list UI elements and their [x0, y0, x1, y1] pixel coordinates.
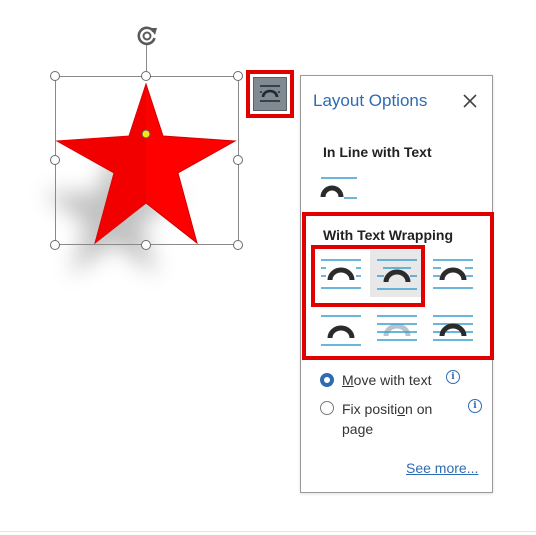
move-with-text-rest: ove with text	[353, 372, 432, 388]
info-icon[interactable]: i	[446, 370, 460, 384]
see-more-link[interactable]: See more...	[406, 460, 478, 476]
resize-handle-bottom-left[interactable]	[50, 240, 60, 250]
panel-title: Layout Options	[313, 91, 428, 110]
close-icon[interactable]	[459, 90, 481, 112]
move-with-text-mnemonic: M	[342, 372, 354, 388]
inline-wrap-icon	[320, 177, 357, 199]
page-edge	[0, 531, 536, 532]
resize-handle-bottom-right[interactable]	[233, 240, 243, 250]
inline-with-text-option[interactable]	[315, 170, 363, 208]
layout-options-button[interactable]	[253, 77, 287, 111]
highlight-outline-options	[311, 245, 425, 307]
resize-handle-left[interactable]	[50, 155, 60, 165]
fix-position-rest: n on	[405, 401, 433, 417]
star-shape-group	[0, 0, 300, 300]
inline-section-title: In Line with Text	[323, 144, 432, 160]
resize-handle-right[interactable]	[233, 155, 243, 165]
fix-position-radio[interactable]	[320, 401, 334, 415]
selection-box	[55, 76, 239, 245]
resize-handle-bottom[interactable]	[141, 240, 151, 250]
fix-position-line2: page	[342, 421, 374, 437]
fix-position-pre: Fix positi	[342, 401, 398, 417]
move-with-text-label[interactable]: Move with text	[342, 370, 432, 390]
info-icon[interactable]: i	[468, 399, 482, 413]
document-canvas: Layout Options In Line with Text With Te…	[0, 0, 536, 535]
rotate-icon[interactable]	[133, 22, 161, 50]
resize-handle-top-left[interactable]	[50, 71, 60, 81]
resize-handle-top[interactable]	[141, 71, 151, 81]
fix-position-mnemonic: o	[397, 401, 406, 417]
layout-options-icon	[260, 85, 280, 102]
fix-position-label[interactable]: Fix position on page	[342, 399, 432, 439]
move-with-text-radio[interactable]	[320, 373, 334, 387]
resize-handle-top-right[interactable]	[233, 71, 243, 81]
